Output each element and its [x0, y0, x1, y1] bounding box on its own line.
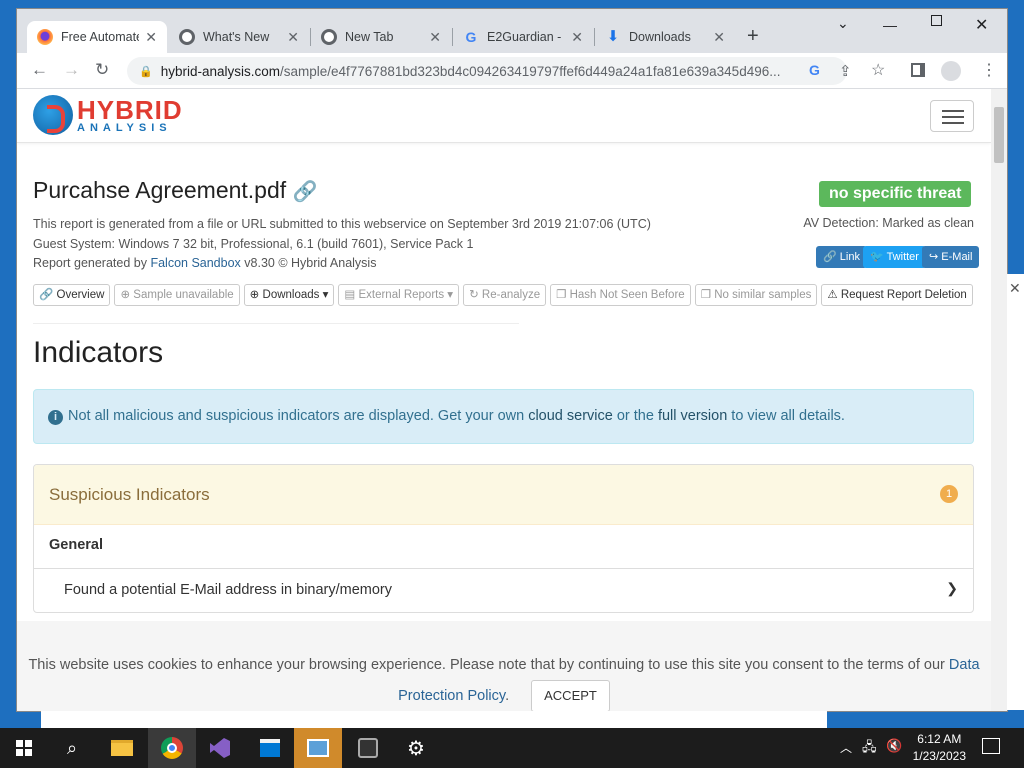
- no-similar-samples-button[interactable]: ❐ No similar samples: [694, 284, 818, 306]
- bookmark-star-icon[interactable]: ☆: [871, 60, 885, 80]
- av-detection-status: AV Detection: Marked as clean: [803, 216, 974, 230]
- network-icon[interactable]: 🖧: [862, 738, 877, 760]
- settings-gear-icon[interactable]: ⚙: [392, 728, 440, 768]
- share-email-button[interactable]: ↪ E-Mail: [922, 246, 980, 268]
- request-deletion-button[interactable]: ⚠ Request Report Deletion: [821, 284, 973, 306]
- chrome-icon: [321, 29, 337, 45]
- google-lens-icon[interactable]: G: [809, 62, 820, 78]
- tab-hybrid-analysis[interactable]: Free Automated Malware Analysis ✕: [27, 21, 167, 53]
- download-icon: ⬇: [606, 28, 620, 45]
- tab-search-icon[interactable]: ⌄: [837, 15, 849, 32]
- system-clock[interactable]: 6:12 AM 1/23/2023: [913, 731, 966, 765]
- sample-unavailable-button[interactable]: ⊕ Sample unavailable: [114, 284, 240, 306]
- chrome-taskbar-icon[interactable]: [148, 728, 196, 768]
- info-alert: i Not all malicious and suspicious indica…: [33, 389, 974, 444]
- report-title: Purcahse Agreement.pdf 🔗: [33, 177, 318, 203]
- back-icon[interactable]: ←: [31, 60, 48, 80]
- profile-avatar[interactable]: [941, 61, 961, 81]
- report-action-bar: 🔗 Overview ⊕ Sample unavailable ⊕ Downlo…: [33, 284, 973, 306]
- close-tab-icon[interactable]: ✕: [713, 29, 725, 46]
- web-page: HYBRID ANALYSIS Purcahse Agreement.pdf 🔗…: [17, 89, 991, 711]
- hybrid-analysis-logo[interactable]: HYBRID ANALYSIS: [33, 95, 183, 135]
- indicator-group-label: General: [34, 525, 973, 569]
- browser-toolbar: ← → ↻ 🔒 hybrid-analysis.com/sample/e4f77…: [17, 53, 1007, 89]
- visual-studio-icon[interactable]: [196, 728, 244, 768]
- google-icon: G: [465, 29, 477, 45]
- new-tab-button[interactable]: +: [747, 25, 759, 48]
- close-tab-icon[interactable]: ✕: [429, 29, 441, 46]
- lock-icon: 🔒: [139, 65, 153, 78]
- accept-cookies-button[interactable]: ACCEPT: [531, 680, 610, 711]
- cloud-service-link[interactable]: cloud service: [528, 408, 613, 424]
- indicator-row[interactable]: Found a potential E-Mail address in bina…: [34, 569, 973, 612]
- tab-strip: Free Automated Malware Analysis ✕ What's…: [17, 9, 1007, 53]
- browser-window: Free Automated Malware Analysis ✕ What's…: [17, 9, 1007, 711]
- panel-header[interactable]: Suspicious Indicators 1: [34, 465, 973, 525]
- background-window-edge: ✕: [1007, 274, 1024, 710]
- tab-e2guardian[interactable]: G E2Guardian - Error ✕: [453, 21, 593, 53]
- reload-icon[interactable]: ↻: [95, 60, 109, 80]
- page-scrollbar[interactable]: [991, 89, 1007, 711]
- logo-mark-icon: [33, 95, 73, 135]
- share-link-button[interactable]: 🔗 Link: [816, 246, 867, 268]
- close-icon[interactable]: ✕: [1009, 280, 1021, 297]
- overview-button[interactable]: 🔗 Overview: [33, 284, 111, 306]
- tab-new-tab[interactable]: New Tab ✕: [311, 21, 451, 53]
- external-reports-dropdown[interactable]: ▤ External Reports ▾: [338, 284, 460, 306]
- chrome-icon: [179, 29, 195, 45]
- maximize-button[interactable]: [931, 15, 942, 26]
- firefox-icon: [37, 29, 53, 45]
- falcon-sandbox-link[interactable]: Falcon Sandbox: [150, 256, 240, 270]
- link-icon[interactable]: 🔗: [293, 181, 318, 203]
- suspicious-indicators-panel: Suspicious Indicators 1 General Found a …: [33, 464, 974, 613]
- cookie-banner: This website uses cookies to enhance you…: [17, 621, 991, 711]
- scrollbar-thumb[interactable]: [994, 107, 1004, 163]
- indicators-heading: Indicators: [33, 336, 164, 369]
- report-generator-info: Report generated by Falcon Sandbox v8.30…: [33, 256, 377, 270]
- close-tab-icon[interactable]: ✕: [145, 29, 157, 46]
- minimize-button[interactable]: —: [883, 17, 897, 33]
- info-icon: i: [48, 410, 63, 425]
- menu-dots-icon[interactable]: ⋮: [981, 60, 997, 80]
- file-explorer-icon[interactable]: [98, 728, 146, 768]
- hash-not-seen-button[interactable]: ❐ Hash Not Seen Before: [550, 284, 691, 306]
- search-icon[interactable]: ⌕: [48, 728, 96, 768]
- tab-whats-new[interactable]: What's New ✕: [169, 21, 309, 53]
- report-submission-info: This report is generated from a file or …: [33, 217, 651, 231]
- close-tab-icon[interactable]: ✕: [287, 29, 299, 46]
- share-icon[interactable]: ⇪: [839, 62, 852, 80]
- share-twitter-button[interactable]: 🐦 Twitter: [863, 246, 926, 268]
- threat-verdict-badge: no specific threat: [819, 181, 972, 207]
- side-panel-icon[interactable]: [911, 63, 925, 77]
- tab-downloads[interactable]: ⬇ Downloads ✕: [595, 21, 735, 53]
- site-navbar: HYBRID ANALYSIS: [17, 89, 991, 143]
- notification-icon[interactable]: [982, 738, 1000, 754]
- close-tab-icon[interactable]: ✕: [571, 29, 583, 46]
- indicator-count-badge: 1: [940, 485, 958, 503]
- control-panel-icon[interactable]: [294, 728, 342, 768]
- divider: [33, 323, 519, 324]
- store-icon[interactable]: [246, 728, 294, 768]
- full-version-link[interactable]: full version: [658, 408, 727, 424]
- forward-icon[interactable]: →: [63, 60, 80, 80]
- hamburger-menu-button[interactable]: [930, 100, 974, 132]
- close-window-button[interactable]: ✕: [975, 15, 988, 35]
- reanalyze-button[interactable]: ↻ Re-analyze: [463, 284, 547, 306]
- app-icon[interactable]: [344, 728, 392, 768]
- chevron-down-icon[interactable]: ❯: [946, 580, 958, 597]
- tray-chevron-icon[interactable]: ︿: [840, 739, 852, 756]
- address-bar[interactable]: 🔒 hybrid-analysis.com/sample/e4f7767881b…: [127, 57, 847, 85]
- downloads-dropdown[interactable]: ⊕ Downloads ▾: [243, 284, 335, 306]
- volume-muted-icon[interactable]: 🔇: [886, 738, 902, 754]
- background-window-edge-bottom: [41, 711, 827, 728]
- start-button[interactable]: [0, 728, 48, 768]
- windows-taskbar: ⌕ ⚙ ︿ 🖧 🔇 6:12 AM 1/23/2023: [0, 728, 1024, 768]
- desktop: Free Automated Malware Analysis ✕ What's…: [0, 0, 1024, 768]
- guest-system-info: Guest System: Windows 7 32 bit, Professi…: [33, 237, 474, 251]
